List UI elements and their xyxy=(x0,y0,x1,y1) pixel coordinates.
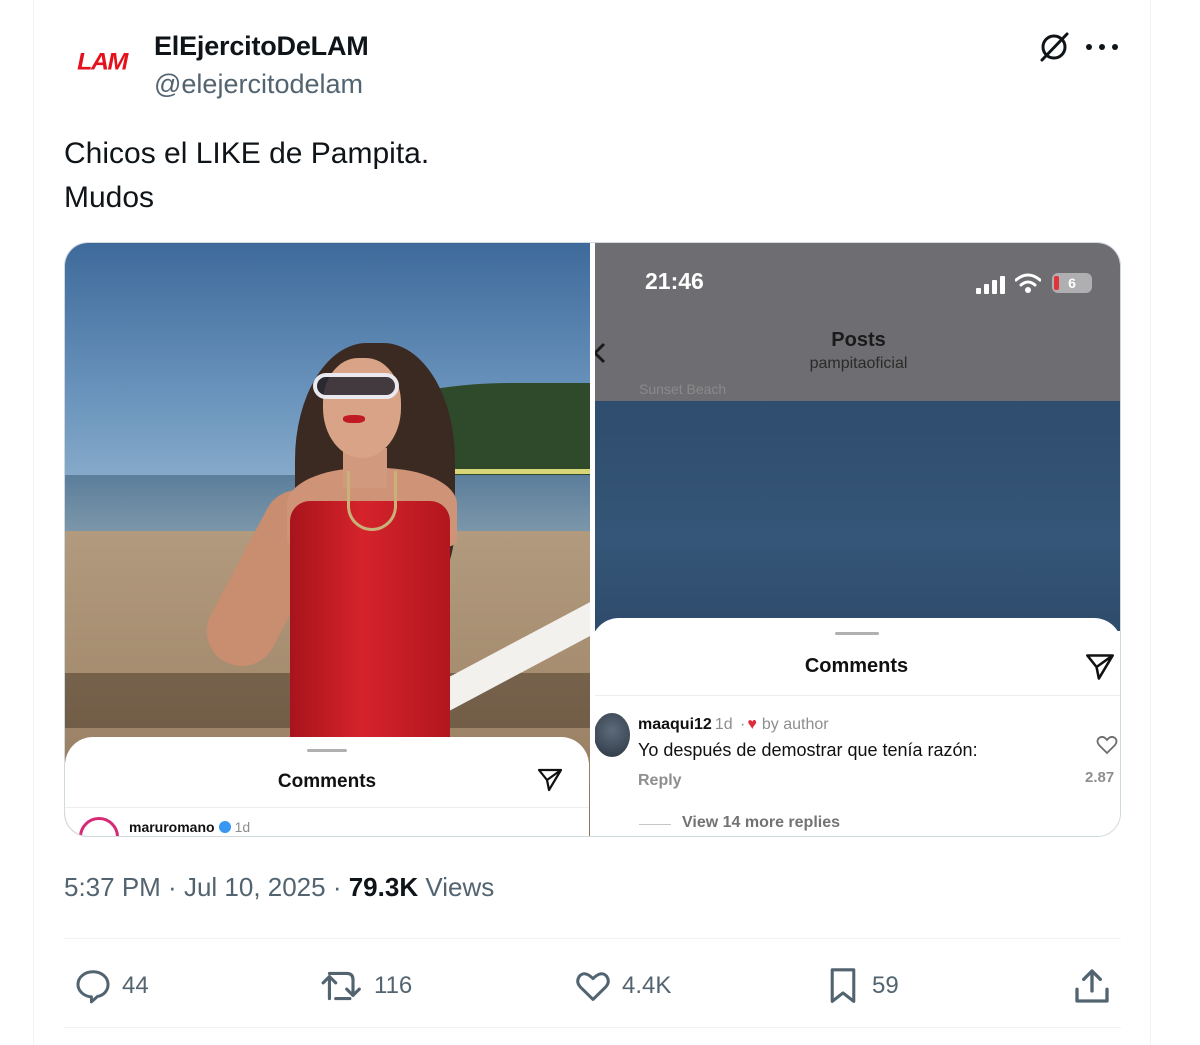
heart-outline-icon xyxy=(1096,735,1118,755)
location-ghost-text: Sunset Beach xyxy=(639,381,727,397)
sheet-divider xyxy=(65,807,589,808)
views-count: 79.3K xyxy=(348,872,419,902)
like-button[interactable]: 4.4K xyxy=(574,962,671,1010)
reply-time: 1d xyxy=(714,716,733,733)
views-label: Views xyxy=(425,872,495,902)
reply-username: maaqui12 xyxy=(638,716,712,733)
sheet-handle xyxy=(307,749,347,752)
comments-sheet-left: Comments maruromano 1d xyxy=(65,737,589,836)
divider-top xyxy=(64,938,1121,939)
battery-icon: 6 xyxy=(1052,273,1092,293)
verified-icon xyxy=(218,821,231,833)
bookmark-button[interactable]: 59 xyxy=(824,962,899,1010)
handle[interactable]: @elejercitodelam xyxy=(154,69,363,100)
media-photo-right[interactable]: 21:46 6 Posts pampitaoficial Sunset Beac… xyxy=(595,243,1120,836)
reply-like-count: 2.87 xyxy=(1085,769,1115,786)
bookmark-count: 59 xyxy=(872,972,899,999)
reply-icon xyxy=(76,970,110,1004)
avatar[interactable]: LAM xyxy=(68,28,136,96)
person-sunglasses xyxy=(313,373,399,399)
reply-count: 44 xyxy=(122,972,149,999)
media-photo-left[interactable]: Comments maruromano 1d xyxy=(65,243,590,836)
comment-time: 1d xyxy=(234,819,251,835)
repost-count: 116 xyxy=(374,972,413,999)
liked-by-author: by author xyxy=(761,716,829,733)
grok-icon[interactable] xyxy=(1036,29,1072,65)
comments-title: Comments xyxy=(277,771,377,792)
more-replies-line xyxy=(639,824,671,825)
send-icon xyxy=(1086,654,1114,680)
like-count: 4.4K xyxy=(622,972,672,999)
tweet-text-line-2: Mudos xyxy=(64,181,155,214)
commenter-avatar xyxy=(79,817,119,836)
tweet-text-line-1: Chicos el LIKE de Pampita. xyxy=(64,137,430,170)
comment-user-left: maruromano 1d xyxy=(129,819,250,835)
wifi-icon xyxy=(1015,273,1041,293)
more-options-icon[interactable] xyxy=(1086,36,1118,58)
tweet-text: Chicos el LIKE de Pampita. Mudos xyxy=(64,132,429,220)
sheet-handle xyxy=(835,632,879,635)
tweet-time[interactable]: 5:37 PM xyxy=(64,872,161,902)
repost-icon xyxy=(321,971,361,1001)
photo-buoy-line xyxy=(435,469,590,474)
reply-header: maaqui12 1d · ♥ by author xyxy=(638,716,829,733)
reply-avatar xyxy=(595,713,630,757)
reply-button[interactable]: 44 xyxy=(74,962,149,1010)
phone-header: 21:46 6 Posts pampitaoficial Sunset Beac… xyxy=(595,243,1120,401)
comments-title: Comments xyxy=(804,655,909,677)
person-lips xyxy=(343,415,365,423)
sheet-divider xyxy=(595,695,1120,696)
tweet-date[interactable]: Jul 10, 2025 xyxy=(184,872,326,902)
share-button[interactable] xyxy=(1072,962,1122,1010)
reply-link: Reply xyxy=(638,772,682,789)
share-icon xyxy=(1075,969,1109,1003)
signal-icon xyxy=(976,276,1008,294)
bookmark-icon xyxy=(830,968,856,1003)
heart-icon xyxy=(576,972,610,1001)
posts-subtitle: pampitaoficial xyxy=(809,355,908,372)
view-more-replies: View 14 more replies xyxy=(682,814,841,831)
display-name[interactable]: ElEjercitoDeLAM xyxy=(154,31,369,62)
tweet-media[interactable]: Comments maruromano 1d 21:46 6 Posts pam… xyxy=(64,242,1121,837)
liked-by-author-heart-icon: ♥ xyxy=(747,716,757,733)
divider-bottom xyxy=(64,1027,1121,1028)
person-necklace xyxy=(347,471,397,531)
photo-sea xyxy=(595,401,1120,631)
comment-username: maruromano xyxy=(129,819,215,835)
status-time: 21:46 xyxy=(645,268,704,294)
send-icon xyxy=(537,768,563,792)
posts-title: Posts xyxy=(831,329,886,351)
avatar-logo: LAM xyxy=(77,48,128,75)
tweet-timestamp: 5:37 PM · Jul 10, 2025 · 79.3K Views xyxy=(64,872,495,902)
repost-button[interactable]: 116 xyxy=(320,962,412,1010)
battery-level: 6 xyxy=(1068,275,1076,291)
reply-text: Yo después de demostrar que tenía razón: xyxy=(638,740,978,760)
comments-sheet-right: Comments maaqui12 1d · ♥ by author Yo despu… xyxy=(595,618,1120,836)
